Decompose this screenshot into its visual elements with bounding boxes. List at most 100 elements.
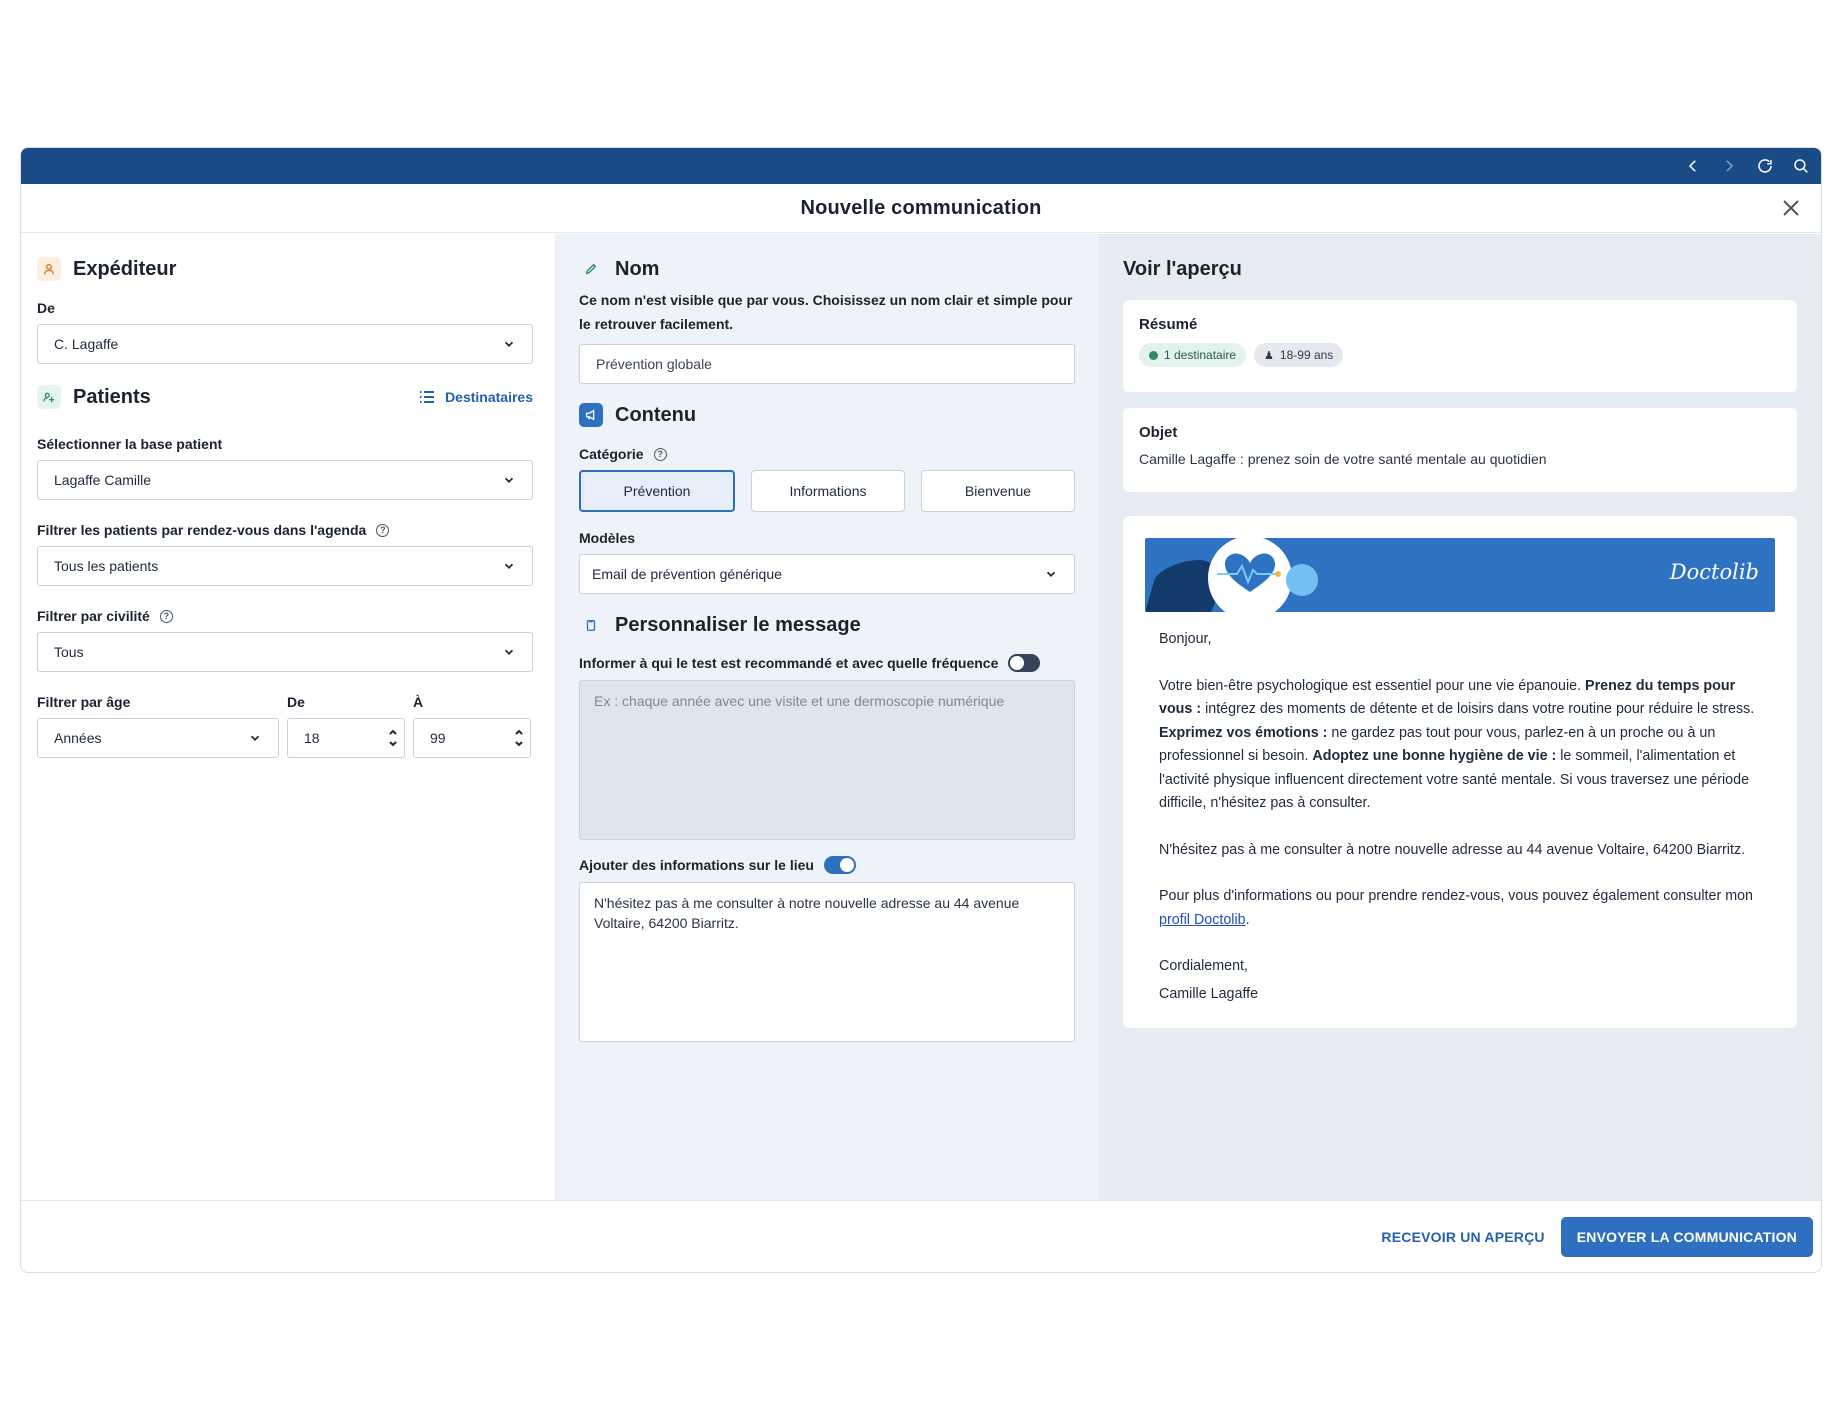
patient-base-select[interactable]: Lagaffe Camille: [37, 460, 533, 500]
email-paragraph-1: Votre bien-être psychologique est essent…: [1159, 675, 1761, 816]
search-icon[interactable]: [1791, 156, 1811, 176]
age-to-stepper[interactable]: 99: [413, 718, 531, 758]
sender-select[interactable]: C. Lagaffe: [37, 324, 533, 364]
agenda-filter-label: Filtrer les patients par rendez-vous dan…: [37, 522, 367, 538]
age-range-badge: ♟ 18-99 ans: [1254, 343, 1344, 367]
location-row: Ajouter des informations sur le lieu: [579, 856, 1075, 874]
patient-base-value: Lagaffe Camille: [54, 472, 152, 488]
help-icon[interactable]: ?: [159, 609, 173, 623]
dialog-header: Nouvelle communication: [21, 184, 1821, 233]
close-icon[interactable]: [1779, 196, 1803, 220]
category-bienvenue-button[interactable]: Bienvenue: [921, 470, 1075, 512]
email-preview-card: Doctolib Bonjour, Votre bien-être psycho…: [1123, 516, 1797, 1028]
models-label: Modèles: [579, 530, 636, 546]
recipients-link[interactable]: Destinataires: [419, 389, 533, 405]
age-from-stepper[interactable]: 18: [287, 718, 405, 758]
civility-select[interactable]: Tous: [37, 632, 533, 672]
chevron-up-icon[interactable]: [514, 727, 524, 737]
back-icon[interactable]: [1683, 156, 1703, 176]
list-icon: [420, 391, 435, 403]
browser-toolbar: [21, 148, 1821, 184]
frequency-textarea[interactable]: Ex : chaque année avec une visite et une…: [579, 680, 1075, 840]
help-icon[interactable]: ?: [376, 523, 390, 537]
category-label: Catégorie: [579, 446, 644, 462]
age-filter-label: Filtrer par âge: [37, 694, 131, 710]
sender-title: Expéditeur: [73, 257, 177, 280]
doctolib-profile-link[interactable]: profil Doctolib: [1159, 912, 1246, 928]
patients-section-title: Patients: [37, 384, 151, 410]
check-circle-icon: [1149, 350, 1158, 360]
forward-icon[interactable]: [1719, 156, 1739, 176]
object-title: Objet: [1139, 424, 1178, 441]
megaphone-icon: [579, 403, 603, 427]
email-text: Pour plus d'informations ou pour prendre…: [1159, 888, 1754, 904]
name-title: Nom: [615, 257, 660, 280]
communication-name-input[interactable]: Prévention globale: [579, 344, 1075, 384]
age-unit-select[interactable]: Années: [37, 718, 279, 758]
user-icon: [37, 257, 61, 281]
name-description: Ce nom n'est visible que par vous. Chois…: [579, 292, 1073, 332]
summary-card: Résumé 1 destinataire ♟ 18-99 ans: [1123, 300, 1797, 392]
user-icon: ♟: [1264, 349, 1274, 362]
age-from-value: 18: [304, 730, 320, 746]
sender-section-title: Expéditeur: [37, 256, 533, 282]
object-card: Objet Camille Lagaffe : prenez soin de v…: [1123, 408, 1797, 492]
location-textarea[interactable]: N'hésitez pas à me consulter à notre nou…: [579, 882, 1075, 1042]
customize-section-title: Personnaliser le message: [579, 612, 1075, 638]
chevron-down-icon: [504, 341, 514, 347]
frequency-label: Informer à qui le test est recommandé et…: [579, 655, 999, 671]
customize-title: Personnaliser le message: [615, 613, 861, 636]
recipients-count-text: 1 destinataire: [1164, 348, 1237, 362]
category-selector: Prévention Informations Bienvenue: [579, 470, 1075, 512]
email-signature: Camille Lagaffe: [1159, 985, 1259, 1002]
dialog-title: Nouvelle communication: [800, 196, 1042, 219]
email-text: intégrez des moments de détente et de lo…: [1201, 701, 1755, 717]
preview-title: Voir l'aperçu: [1123, 257, 1242, 280]
agenda-filter-label-row: Filtrer les patients par rendez-vous dan…: [37, 522, 533, 538]
recipients-panel: Expéditeur De C. Lagaffe Patients Destin…: [21, 234, 555, 1202]
chevron-up-icon[interactable]: [388, 727, 398, 737]
dialog-footer: RECEVOIR UN APERÇU ENVOYER LA COMMUNICAT…: [21, 1200, 1821, 1272]
sender-select-value: C. Lagaffe: [54, 336, 119, 352]
civility-value: Tous: [54, 644, 84, 660]
patient-base-label: Sélectionner la base patient: [37, 436, 223, 452]
refresh-icon[interactable]: [1755, 156, 1775, 176]
chevron-down-icon: [504, 477, 514, 483]
email-closing: Cordialement,: [1159, 958, 1248, 974]
content-title: Contenu: [615, 403, 697, 426]
chevron-down-icon: [504, 563, 514, 569]
help-icon[interactable]: ?: [653, 447, 667, 461]
object-text: Camille Lagaffe : prenez soin de votre s…: [1139, 451, 1547, 467]
age-to-value: 99: [430, 730, 446, 746]
patients-icon: [37, 385, 61, 409]
receive-preview-button[interactable]: RECEVOIR UN APERÇU: [1381, 1229, 1544, 1245]
location-toggle[interactable]: [823, 856, 856, 874]
email-bold-text: Adoptez une bonne hygiène de vie :: [1312, 748, 1557, 764]
model-value: Email de prévention générique: [592, 566, 782, 582]
email-paragraph-3: Pour plus d'informations ou pour prendre…: [1159, 885, 1761, 932]
category-informations-button[interactable]: Informations: [751, 470, 905, 512]
category-prevention-button[interactable]: Prévention: [579, 470, 735, 512]
email-paragraph-2: N'hésitez pas à me consulter à notre nou…: [1159, 841, 1746, 858]
app-window: Nouvelle communication Expéditeur De C. …: [20, 147, 1822, 1273]
content-section-title: Contenu: [579, 402, 1075, 428]
email-bold-text: Exprimez vos émotions :: [1159, 724, 1328, 741]
frequency-toggle[interactable]: [1008, 654, 1041, 672]
age-from-label: De: [287, 694, 305, 710]
preview-panel: Voir l'aperçu Résumé 1 destinataire ♟ 18-…: [1099, 234, 1821, 1202]
email-text: Votre bien-être psychologique est essent…: [1159, 677, 1586, 694]
frequency-row: Informer à qui le test est recommandé et…: [579, 654, 1075, 672]
chevron-down-icon[interactable]: [514, 739, 524, 749]
summary-title: Résumé: [1139, 316, 1198, 333]
location-label: Ajouter des informations sur le lieu: [579, 857, 814, 873]
chevron-down-icon[interactable]: [388, 739, 398, 749]
clipboard-icon: [579, 613, 603, 637]
age-to-label: À: [413, 694, 424, 710]
model-select[interactable]: Email de prévention générique: [579, 554, 1075, 594]
doctolib-logo: Doctolib: [1669, 560, 1759, 584]
content-panel: Nom Ce nom n'est visible que par vous. C…: [555, 234, 1099, 1202]
civility-filter-label-row: Filtrer par civilité ?: [37, 608, 533, 624]
send-communication-button[interactable]: ENVOYER LA COMMUNICATION: [1560, 1216, 1813, 1257]
agenda-filter-select[interactable]: Tous les patients: [37, 546, 533, 586]
age-unit-value: Années: [54, 730, 102, 746]
